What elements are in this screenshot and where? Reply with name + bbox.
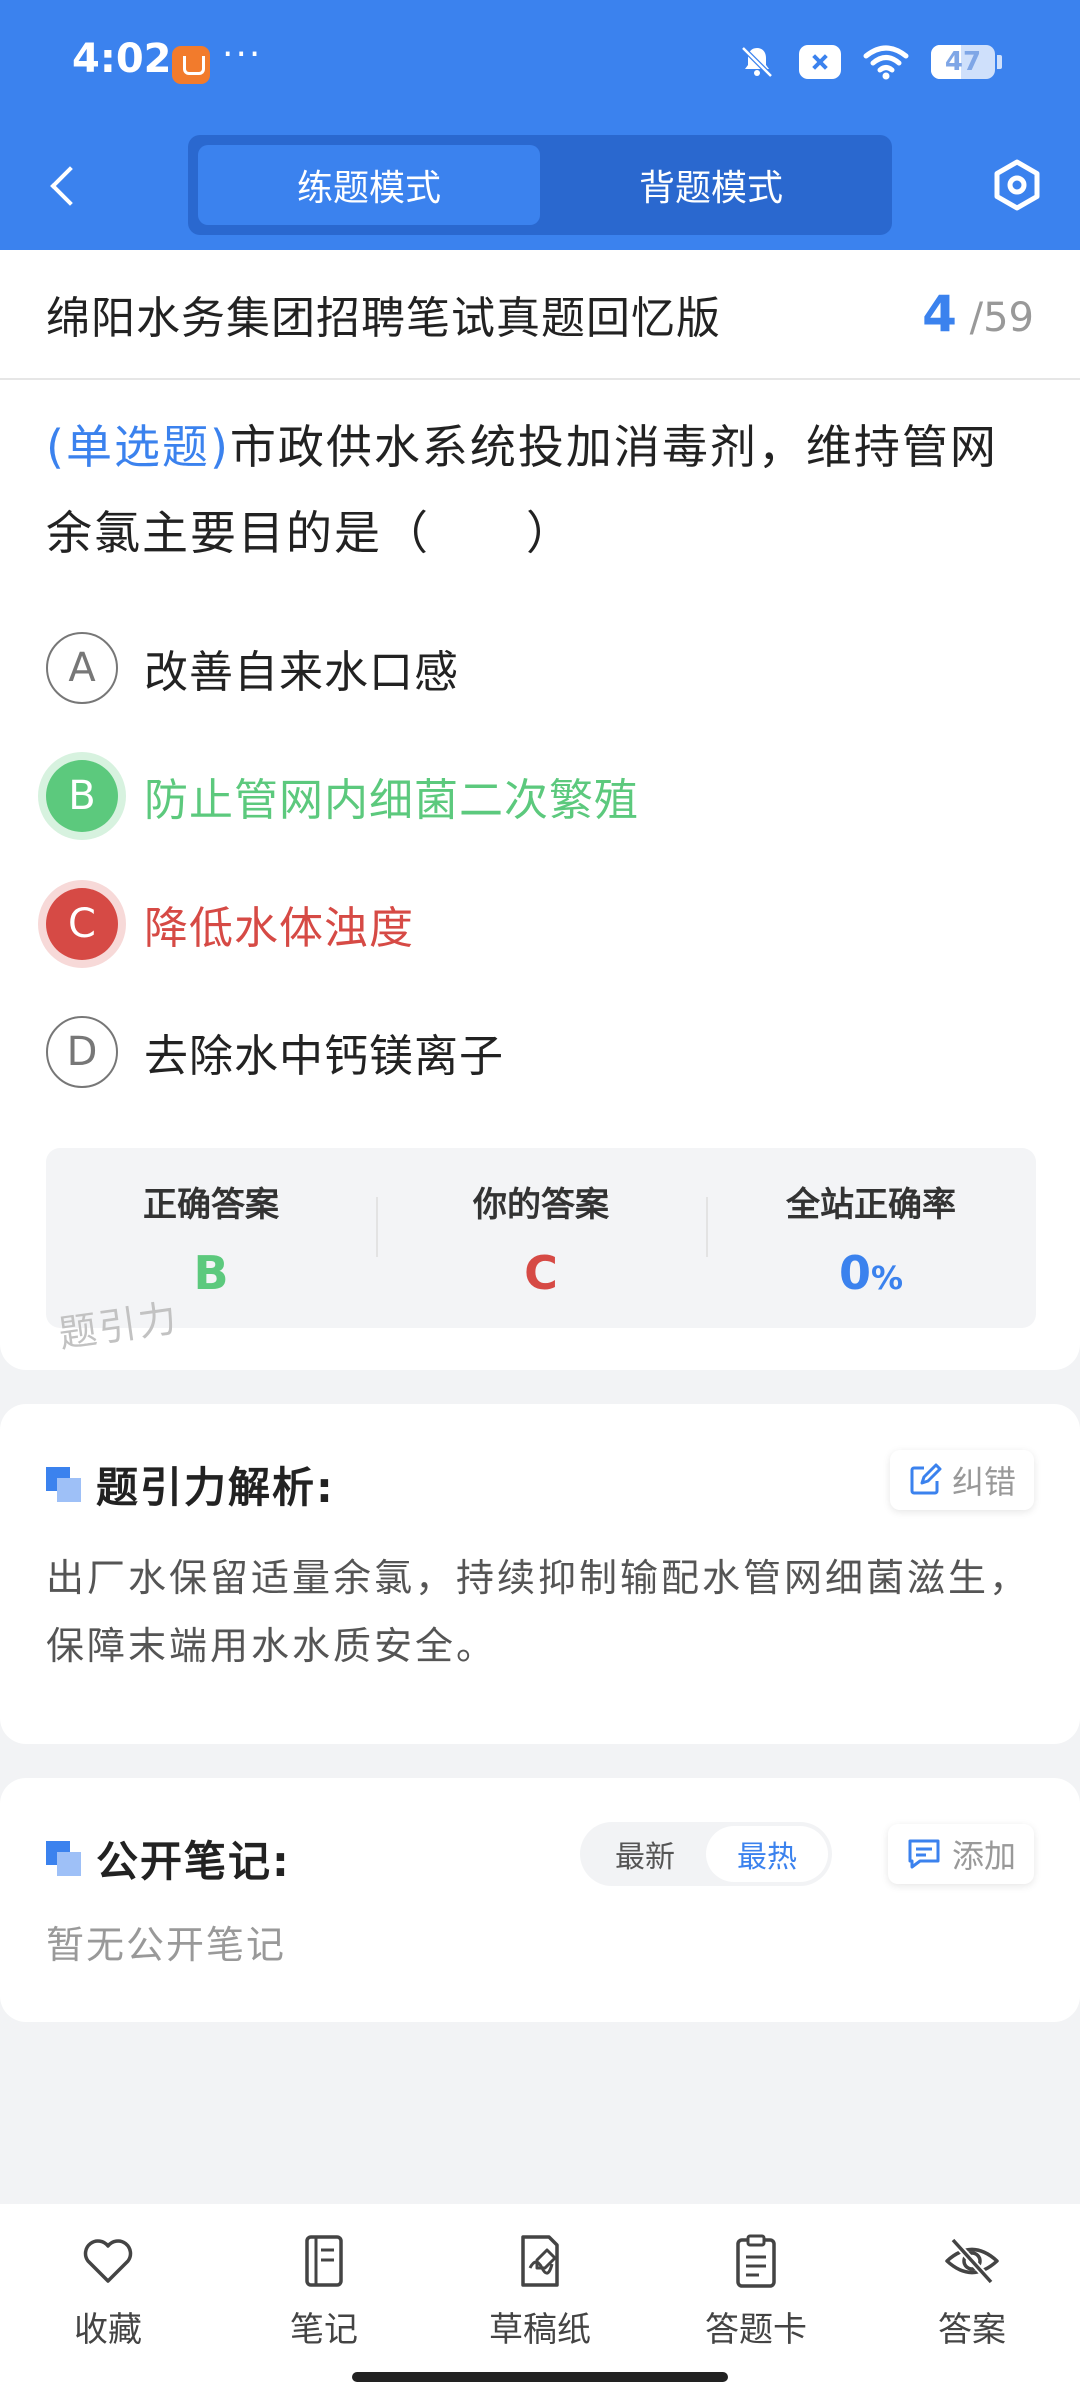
option-d[interactable]: D 去除水中钙镁离子 bbox=[46, 988, 1034, 1116]
option-letter: B bbox=[46, 760, 118, 832]
add-note-label: 添加 bbox=[951, 1837, 1016, 1875]
nav-answer-card-label: 答题卡 bbox=[705, 2310, 807, 2350]
options-list: A 改善自来水口感 B 防止管网内细菌二次繁殖 C 降低水体浊度 D 去除水中钙… bbox=[0, 604, 1080, 1116]
option-letter: A bbox=[46, 632, 118, 704]
nav-answer-label: 答案 bbox=[938, 2310, 1006, 2350]
option-text: 去除水中钙镁离子 bbox=[144, 1031, 504, 1082]
analysis-header: 题引力解析: bbox=[46, 1454, 335, 1515]
app-notification-icon bbox=[172, 46, 210, 84]
your-answer-label: 你的答案 bbox=[473, 1184, 609, 1225]
draft-paper-icon bbox=[521, 2235, 559, 2287]
sort-hottest[interactable]: 最热 bbox=[706, 1826, 828, 1882]
option-letter: C bbox=[46, 888, 118, 960]
exam-header: 绵阳水务集团招聘笔试真题回忆版 4 /59 bbox=[0, 250, 1080, 380]
answer-card-icon bbox=[736, 2234, 776, 2288]
option-letter: D bbox=[46, 1016, 118, 1088]
option-a[interactable]: A 改善自来水口感 bbox=[46, 604, 1034, 732]
nav-answer[interactable]: 答案 bbox=[864, 2204, 1080, 2400]
tab-practice-mode[interactable]: 练题模式 bbox=[198, 145, 540, 225]
accuracy-label: 全站正确率 bbox=[786, 1184, 956, 1225]
battery-indicator: 47 bbox=[931, 45, 995, 79]
bell-muted-icon bbox=[741, 46, 773, 78]
your-answer-value: C bbox=[524, 1245, 558, 1300]
nav-notes[interactable]: 笔记 bbox=[216, 2204, 432, 2400]
analysis-card: 题引力解析: 纠错 出厂水保留适量余氯，持续抑制输配水管网细菌滋生，保障末端用水… bbox=[0, 1404, 1080, 1744]
tab-recite-mode[interactable]: 背题模式 bbox=[540, 145, 882, 225]
nav-draft[interactable]: 草稿纸 bbox=[432, 2204, 648, 2400]
report-error-label: 纠错 bbox=[951, 1463, 1016, 1501]
option-text: 防止管网内细菌二次繁殖 bbox=[144, 775, 639, 826]
battery-cap bbox=[997, 55, 1002, 69]
question-separator: / bbox=[969, 295, 984, 341]
notes-sort-switch: 最新 最热 bbox=[580, 1822, 832, 1886]
section-mark-icon bbox=[46, 1840, 82, 1877]
question-current: 4 bbox=[922, 285, 957, 343]
your-answer-col: 你的答案 C bbox=[376, 1177, 706, 1300]
comment-icon bbox=[908, 1839, 940, 1869]
add-note-button[interactable]: 添加 bbox=[887, 1824, 1034, 1884]
more-notifications-icon: ··· bbox=[222, 34, 263, 75]
settings-icon[interactable] bbox=[990, 158, 1044, 212]
option-b[interactable]: B 防止管网内细菌二次繁殖 bbox=[46, 732, 1034, 860]
accuracy-value: 0% bbox=[706, 1246, 1036, 1300]
nav-favorite[interactable]: 收藏 bbox=[0, 2204, 216, 2400]
option-text: 改善自来水口感 bbox=[144, 647, 459, 698]
eye-off-icon bbox=[945, 2237, 999, 2285]
status-bar: 4:02 ··· 47 bbox=[0, 0, 1080, 125]
question-total: 59 bbox=[983, 295, 1034, 341]
wifi-icon bbox=[863, 45, 909, 80]
question-counter[interactable]: 4 /59 bbox=[922, 285, 1034, 343]
notes-header: 公开笔记: bbox=[46, 1828, 291, 1889]
status-icons: 47 bbox=[737, 40, 1002, 84]
back-button[interactable] bbox=[40, 160, 92, 212]
notes-card: 公开笔记: 最新 最热 添加 暂无公开笔记 bbox=[0, 1778, 1080, 2022]
status-time: 4:02 bbox=[72, 36, 172, 82]
question-card: 绵阳水务集团招聘笔试真题回忆版 4 /59 (单选题)市政供水系统投加消毒剂，维… bbox=[0, 250, 1080, 1370]
section-mark-icon bbox=[46, 1466, 82, 1503]
answer-summary: 正确答案 B 题引力 你的答案 C 全站正确率 0% bbox=[46, 1148, 1036, 1356]
close-box-icon bbox=[799, 45, 841, 79]
nav-favorite-label: 收藏 bbox=[74, 2310, 142, 2350]
notebook-icon bbox=[305, 2235, 343, 2287]
edit-icon bbox=[910, 1463, 942, 1495]
exam-title: 绵阳水务集团招聘笔试真题回忆版 bbox=[46, 293, 721, 344]
option-text: 降低水体浊度 bbox=[144, 903, 414, 954]
report-error-button[interactable]: 纠错 bbox=[889, 1450, 1034, 1510]
analysis-text: 出厂水保留适量余氯，持续抑制输配水管网细菌滋生，保障末端用水水质安全。 bbox=[46, 1556, 1031, 1668]
sort-latest[interactable]: 最新 bbox=[584, 1826, 706, 1882]
battery-level: 47 bbox=[944, 47, 982, 77]
heart-icon bbox=[83, 2239, 133, 2283]
home-indicator[interactable] bbox=[352, 2372, 728, 2382]
notes-title: 公开笔记: bbox=[96, 1837, 291, 1886]
question-text: (单选题)市政供水系统投加消毒剂，维持管网余氯主要目的是（ ） bbox=[0, 380, 1080, 576]
notes-empty-text: 暂无公开笔记 bbox=[46, 1923, 287, 1967]
accuracy-number: 0 bbox=[838, 1245, 871, 1300]
nav-answer-card[interactable]: 答题卡 bbox=[648, 2204, 864, 2400]
nav-notes-label: 笔记 bbox=[290, 2310, 358, 2350]
accuracy-col: 全站正确率 0% bbox=[706, 1177, 1036, 1300]
correct-answer-value: B bbox=[193, 1245, 229, 1300]
accuracy-unit: % bbox=[870, 1258, 904, 1297]
analysis-title: 题引力解析: bbox=[96, 1463, 335, 1512]
top-bar: 4:02 ··· 47 练题模式 背题模式 bbox=[0, 0, 1080, 250]
option-c[interactable]: C 降低水体浊度 bbox=[46, 860, 1034, 988]
question-type: (单选题) bbox=[46, 420, 230, 474]
bottom-nav: 收藏 笔记 草稿纸 答题卡 答案 bbox=[0, 2204, 1080, 2400]
correct-answer-label: 正确答案 bbox=[143, 1184, 279, 1225]
mode-switch: 练题模式 背题模式 bbox=[188, 135, 892, 235]
correct-answer-col: 正确答案 B 题引力 bbox=[46, 1177, 376, 1356]
nav-draft-label: 草稿纸 bbox=[489, 2310, 591, 2350]
